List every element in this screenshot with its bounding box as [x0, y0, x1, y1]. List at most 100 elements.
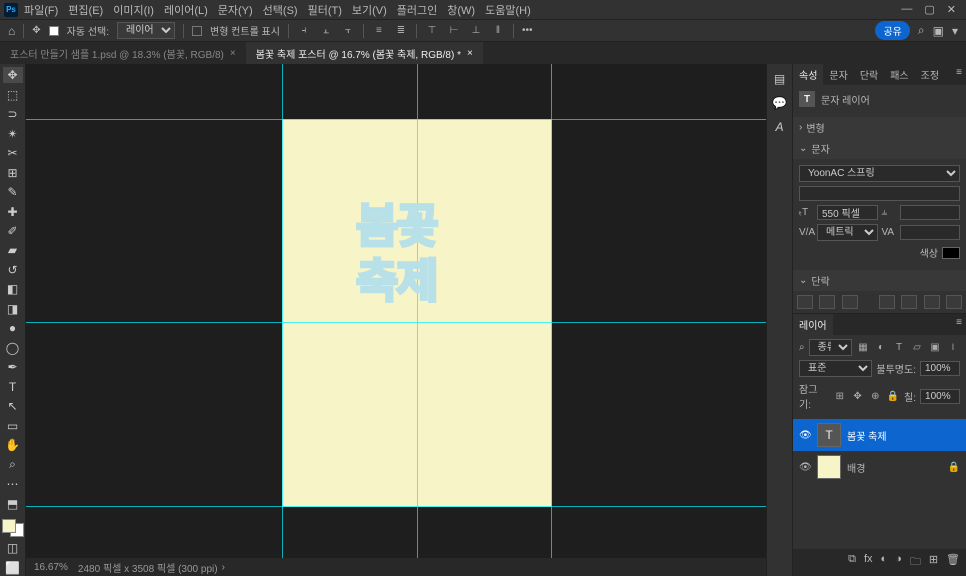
- filter-type-icon[interactable]: T: [892, 342, 906, 354]
- dodge-tool[interactable]: ◯: [3, 340, 23, 356]
- glyphs-icon[interactable]: A: [770, 118, 790, 136]
- panel-menu-icon[interactable]: ≡: [952, 314, 966, 335]
- menu-plugin[interactable]: 플러그인: [397, 2, 437, 18]
- layer-name[interactable]: 봄꽃 축제: [847, 428, 887, 443]
- justify-right-button[interactable]: [924, 295, 940, 309]
- align-right-icon[interactable]: ⫟: [341, 25, 355, 37]
- delete-icon[interactable]: 🗑: [946, 553, 960, 572]
- workspace-icon[interactable]: ▣: [933, 24, 944, 38]
- lock-icon[interactable]: 🔒: [948, 462, 960, 473]
- history-tool[interactable]: ↺: [3, 262, 23, 278]
- link-icon[interactable]: ⧉: [848, 553, 856, 572]
- menu-type[interactable]: 문자(Y): [218, 2, 253, 18]
- filter-toggle-icon[interactable]: ⏽: [946, 342, 960, 354]
- visibility-icon[interactable]: 👁: [799, 462, 811, 473]
- marquee-tool[interactable]: ⬚: [3, 86, 23, 102]
- filter-smart-icon[interactable]: ▣: [928, 342, 942, 354]
- transform-checkbox[interactable]: [192, 26, 202, 36]
- window-minimize[interactable]: —: [901, 3, 912, 16]
- window-maximize[interactable]: ▢: [924, 3, 934, 16]
- comments-icon[interactable]: 💬: [770, 94, 790, 112]
- eraser-tool[interactable]: ◧: [3, 281, 23, 297]
- align-center-button[interactable]: [819, 295, 835, 309]
- menu-select[interactable]: 선택(S): [263, 2, 298, 18]
- menu-edit[interactable]: 편집(E): [68, 2, 103, 18]
- canvas-area[interactable]: 봄꽃 축제 16.67% 2480 픽셀 x 3508 픽셀 (300 ppi)…: [26, 64, 766, 576]
- heal-tool[interactable]: ✚: [3, 203, 23, 219]
- tab-document-1[interactable]: 포스터 만들기 샘플 1.psd @ 18.3% (봄꽃, RGB/8) ×: [0, 42, 246, 64]
- autoselect-dropdown[interactable]: 레이어: [117, 22, 175, 39]
- opacity-input[interactable]: [920, 361, 960, 376]
- layer-name[interactable]: 배경: [847, 460, 865, 475]
- align-v-icon[interactable]: ‖: [491, 25, 505, 37]
- section-paragraph[interactable]: ⌄ 단락: [793, 270, 966, 291]
- type-tool[interactable]: T: [3, 379, 23, 395]
- screenmode-tool[interactable]: ⬜: [3, 560, 23, 576]
- blend-mode-select[interactable]: 표준: [799, 360, 872, 377]
- frame-tool[interactable]: ⊞: [3, 164, 23, 180]
- panel-menu-icon[interactable]: ≡: [952, 64, 966, 85]
- tab-properties[interactable]: 속성: [793, 64, 823, 85]
- guide[interactable]: [26, 322, 766, 323]
- hand-tool[interactable]: ✋: [3, 437, 23, 453]
- color-swatch[interactable]: [2, 519, 24, 537]
- group-icon[interactable]: 🗀: [910, 553, 921, 572]
- justify-center-button[interactable]: [901, 295, 917, 309]
- visibility-icon[interactable]: 👁: [799, 430, 811, 441]
- crop-tool[interactable]: ✂: [3, 145, 23, 161]
- menu-view[interactable]: 보기(V): [352, 2, 387, 18]
- font-size-input[interactable]: [817, 205, 878, 220]
- align-center-icon[interactable]: ⫠: [319, 25, 333, 37]
- filter-kind-select[interactable]: 종류: [809, 339, 852, 356]
- stamp-tool[interactable]: ▰: [3, 242, 23, 258]
- filter-adjust-icon[interactable]: ◐: [874, 342, 888, 354]
- font-style-input[interactable]: [799, 186, 960, 201]
- wand-tool[interactable]: ✴: [3, 125, 23, 141]
- close-icon[interactable]: ×: [230, 48, 236, 59]
- eyedropper-tool[interactable]: ✎: [3, 184, 23, 200]
- justify-all-button[interactable]: [946, 295, 962, 309]
- lock-artboard-icon[interactable]: ⊕: [868, 390, 882, 402]
- menu-file[interactable]: 파일(F): [24, 2, 58, 18]
- pen-tool[interactable]: ✒: [3, 359, 23, 375]
- edit-toolbar[interactable]: ⬒: [3, 495, 23, 511]
- align-right-button[interactable]: [842, 295, 858, 309]
- guide[interactable]: [282, 64, 283, 576]
- more-icon[interactable]: •••: [522, 25, 533, 36]
- filter-shape-icon[interactable]: ▱: [910, 342, 924, 354]
- distribute-icon[interactable]: ≡: [372, 25, 386, 37]
- menu-window[interactable]: 창(W): [447, 2, 475, 18]
- align-mid-icon[interactable]: ⊢: [447, 25, 461, 37]
- tab-adjust[interactable]: 조정: [915, 64, 945, 85]
- lasso-tool[interactable]: ⊃: [3, 106, 23, 122]
- align-left-button[interactable]: [797, 295, 813, 309]
- layer-row[interactable]: 👁 T 봄꽃 축제: [793, 419, 966, 451]
- justify-left-button[interactable]: [879, 295, 895, 309]
- share-button[interactable]: 공유: [875, 21, 909, 40]
- quickmask-tool[interactable]: ◫: [3, 540, 23, 556]
- mask-icon[interactable]: ◐: [881, 553, 888, 572]
- new-layer-icon[interactable]: ⊞: [929, 553, 938, 572]
- filter-pixel-icon[interactable]: ▦: [856, 342, 870, 354]
- font-family-select[interactable]: YoonAC 스프링: [799, 165, 960, 182]
- lock-position-icon[interactable]: ✥: [851, 390, 865, 402]
- arrange-icon[interactable]: ▾: [952, 24, 958, 38]
- tab-paragraph[interactable]: 단락: [854, 64, 884, 85]
- text-color-swatch[interactable]: [942, 247, 960, 259]
- tab-paths[interactable]: 패스: [884, 64, 914, 85]
- window-close[interactable]: ✕: [947, 3, 956, 16]
- tab-layers[interactable]: 레이어: [793, 314, 833, 335]
- layer-row[interactable]: 👁 배경 🔒: [793, 451, 966, 483]
- blur-tool[interactable]: ●: [3, 320, 23, 336]
- align-top-icon[interactable]: ⊤: [425, 25, 439, 37]
- kerning-input[interactable]: [900, 225, 961, 240]
- close-icon[interactable]: ×: [467, 48, 473, 59]
- lock-all-icon[interactable]: 🔒: [886, 390, 900, 402]
- shape-tool[interactable]: ▭: [3, 417, 23, 433]
- chevron-right-icon[interactable]: ›: [222, 562, 225, 573]
- align-left-icon[interactable]: ⫞: [297, 25, 311, 37]
- guide[interactable]: [26, 119, 766, 120]
- home-icon[interactable]: ⌂: [8, 24, 15, 38]
- menu-image[interactable]: 이미지(I): [113, 2, 154, 18]
- lock-pixels-icon[interactable]: ⊞: [833, 390, 847, 402]
